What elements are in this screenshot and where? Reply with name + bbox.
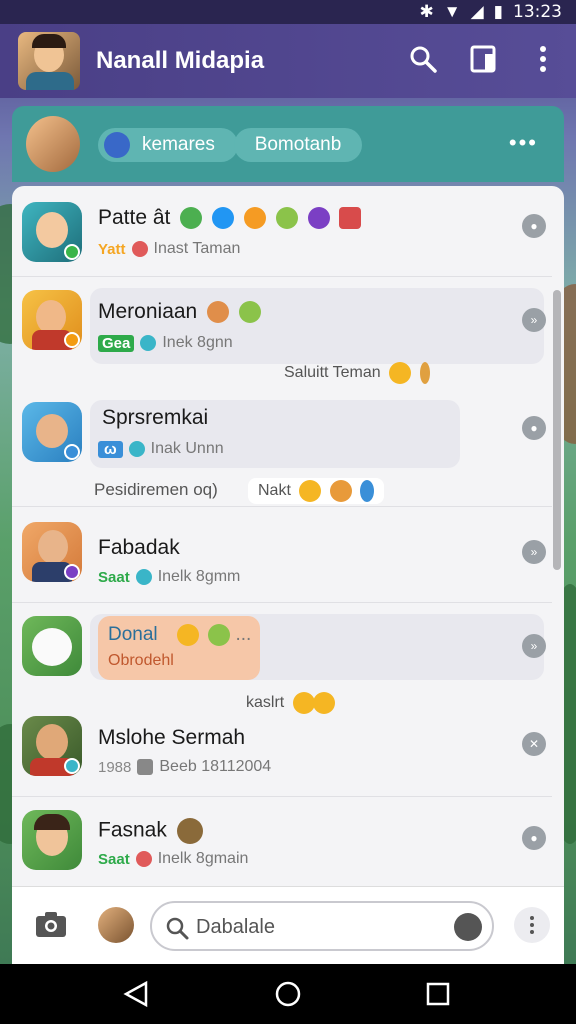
emoji-icon xyxy=(243,207,266,230)
chat-tag: Saat xyxy=(98,568,130,586)
bluetooth-icon: ✱ xyxy=(419,2,434,21)
forward-icon[interactable]: » xyxy=(522,540,546,564)
emoji-icon xyxy=(389,362,412,384)
chat-status-icon[interactable]: ● xyxy=(522,826,546,850)
globe-icon xyxy=(104,132,130,158)
chip-label: Bomotanb xyxy=(254,134,342,155)
status-icon xyxy=(135,851,152,867)
status-icon xyxy=(128,441,145,457)
more-horizontal-icon[interactable]: ••• xyxy=(509,130,538,156)
filter-chip-kemares[interactable]: kemares xyxy=(98,128,238,162)
emoji-icon xyxy=(238,301,261,324)
forward-icon[interactable]: » xyxy=(522,308,546,332)
system-nav-bar xyxy=(0,964,576,1024)
chat-row[interactable]: Meroniaan Gea Inek 8gnn » Saluitt Teman xyxy=(12,278,552,388)
chat-row[interactable]: Patte ât Yatt Inast Taman ● xyxy=(12,186,552,276)
tablet-icon[interactable] xyxy=(468,44,498,74)
signal-icon: ◢ xyxy=(470,2,484,21)
floating-text: Pesidiremen oq) xyxy=(94,480,218,499)
wifi-icon: ▼ xyxy=(443,2,461,21)
status-bar: ✱ ▼ ◢ ▮ 13:23 xyxy=(0,0,576,24)
floating-text: Saluitt Teman xyxy=(284,364,381,382)
emoji-icon xyxy=(180,207,203,230)
chat-tag: Saat xyxy=(98,850,130,868)
emoji-icon xyxy=(212,207,235,230)
emoji-icon xyxy=(419,362,430,384)
chat-list: Patte ât Yatt Inast Taman ● Meroniaan Ge… xyxy=(12,186,564,886)
chat-row[interactable]: Fasnak Saat Inelk 8gmain ● xyxy=(12,798,552,886)
emoji-icon xyxy=(339,207,362,230)
chat-name: Sprsremkai xyxy=(102,406,209,429)
emoji-icon xyxy=(176,624,199,646)
chat-tag: 1988 xyxy=(98,758,132,776)
chat-name: Mslohe Sermah xyxy=(98,726,246,749)
chip-label: kemares xyxy=(142,134,215,155)
emoji-icon xyxy=(208,624,231,646)
chat-status-icon[interactable]: ● xyxy=(522,214,546,238)
chat-row[interactable]: Mslohe Sermah 1988 Beeb 18112004 ✕ xyxy=(12,700,552,796)
status-icon xyxy=(135,569,152,585)
chat-name: Meroniaan xyxy=(98,300,198,323)
chat-preview: Inek 8gnn xyxy=(162,334,233,351)
chat-name: Fasnak xyxy=(98,818,167,842)
more-vertical-icon[interactable] xyxy=(514,907,550,943)
emoji-icon xyxy=(299,480,322,502)
chat-preview: Obrodehl xyxy=(108,652,174,669)
header-avatar[interactable] xyxy=(26,116,80,172)
emoji-icon xyxy=(207,301,230,324)
chat-avatar xyxy=(22,810,82,870)
search-input[interactable]: Dabalale xyxy=(150,901,494,951)
chat-preview: Inelk 8gmain xyxy=(157,850,249,867)
home-icon[interactable] xyxy=(274,980,302,1013)
chat-tag: Yatt xyxy=(98,240,126,258)
chat-avatar xyxy=(22,202,82,262)
keyboard-icon[interactable] xyxy=(454,913,482,941)
app-title: Nanall Midapia xyxy=(96,47,265,74)
chat-avatar xyxy=(22,522,82,582)
profile-avatar[interactable] xyxy=(18,32,80,90)
camera-icon[interactable] xyxy=(34,909,68,939)
emoji-icon xyxy=(307,207,330,230)
recents-icon[interactable] xyxy=(424,980,452,1013)
search-icon[interactable] xyxy=(408,44,438,74)
emoji-icon xyxy=(176,818,203,844)
composer-bar: Dabalale xyxy=(12,886,564,964)
search-placeholder: Dabalale xyxy=(196,916,275,938)
chat-preview: Inast Taman xyxy=(153,240,241,257)
emoji-icon xyxy=(329,480,352,502)
status-icon xyxy=(131,241,148,257)
status-icon xyxy=(140,335,157,351)
chat-avatar xyxy=(22,716,82,776)
close-icon[interactable]: ✕ xyxy=(522,732,546,756)
filter-chip-bomotanb[interactable]: Bomotanb xyxy=(234,128,362,162)
more-vertical-icon[interactable] xyxy=(528,44,558,74)
chat-status-icon[interactable]: ● xyxy=(522,416,546,440)
chat-avatar xyxy=(22,616,82,676)
chat-tag: ω xyxy=(98,440,123,458)
chat-avatar xyxy=(22,402,82,462)
forward-icon[interactable]: » xyxy=(522,634,546,658)
chat-row[interactable]: Fabadak Saat Inelk 8gmm » xyxy=(12,506,552,602)
more-text: ... xyxy=(235,624,252,646)
chat-preview: Beeb 18112004 xyxy=(159,758,272,775)
chat-avatar xyxy=(22,290,82,350)
emoji-icon xyxy=(360,480,375,502)
user-avatar[interactable] xyxy=(98,907,134,943)
chat-tag: Gea xyxy=(98,334,135,352)
status-icon xyxy=(137,759,154,775)
chat-name: Donal xyxy=(108,624,158,646)
chat-preview: Inak Unnn xyxy=(150,440,224,457)
chat-preview: Inelk 8gmm xyxy=(157,568,241,585)
search-icon xyxy=(164,915,190,941)
back-icon[interactable] xyxy=(122,980,150,1013)
scrollbar[interactable] xyxy=(553,290,561,570)
status-time: 13:23 xyxy=(513,2,562,22)
chat-name: Fabadak xyxy=(98,536,180,559)
chat-name: Patte ât xyxy=(98,206,171,229)
app-bar: Nanall Midapia xyxy=(0,24,576,98)
floating-text: Nakt xyxy=(258,482,291,500)
battery-icon: ▮ xyxy=(493,2,503,21)
conversation-header: kemares Bomotanb ••• xyxy=(12,106,564,182)
emoji-icon xyxy=(275,207,298,230)
